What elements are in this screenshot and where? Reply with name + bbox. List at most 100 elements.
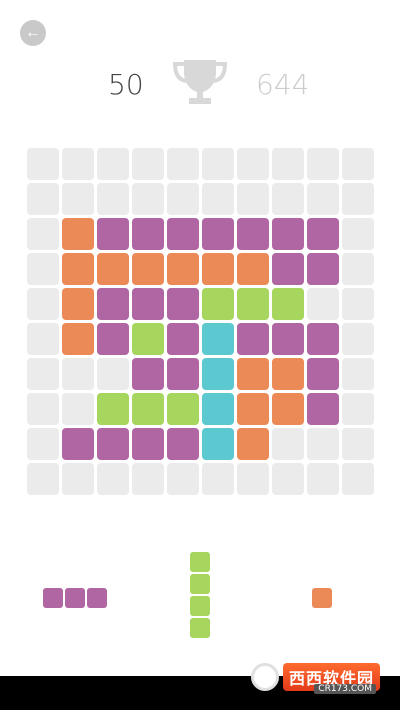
- board-cell-empty[interactable]: [132, 463, 164, 495]
- board-cell-orange[interactable]: [62, 253, 94, 285]
- board-cell-empty[interactable]: [27, 148, 59, 180]
- board-cell-empty[interactable]: [27, 218, 59, 250]
- board-cell-empty[interactable]: [62, 148, 94, 180]
- board-cell-orange[interactable]: [62, 288, 94, 320]
- board-cell-empty[interactable]: [307, 463, 339, 495]
- board-cell-purple[interactable]: [307, 218, 339, 250]
- board-cell-green[interactable]: [272, 288, 304, 320]
- board-cell-empty[interactable]: [342, 218, 374, 250]
- board-cell-purple[interactable]: [237, 323, 269, 355]
- piece-purple-horizontal-3[interactable]: [43, 588, 107, 608]
- board-cell-empty[interactable]: [272, 428, 304, 460]
- board-cell-purple[interactable]: [97, 428, 129, 460]
- board-cell-empty[interactable]: [272, 463, 304, 495]
- board-cell-green[interactable]: [97, 393, 129, 425]
- board-cell-purple[interactable]: [97, 323, 129, 355]
- board-cell-empty[interactable]: [167, 463, 199, 495]
- board-cell-empty[interactable]: [202, 148, 234, 180]
- board-cell-empty[interactable]: [342, 463, 374, 495]
- board-cell-orange[interactable]: [237, 428, 269, 460]
- board-cell-purple[interactable]: [97, 218, 129, 250]
- board-cell-cyan[interactable]: [202, 393, 234, 425]
- board-cell-orange[interactable]: [62, 218, 94, 250]
- board-cell-empty[interactable]: [62, 358, 94, 390]
- board-cell-green[interactable]: [237, 288, 269, 320]
- board-cell-empty[interactable]: [97, 183, 129, 215]
- board-cell-empty[interactable]: [202, 183, 234, 215]
- board-cell-empty[interactable]: [27, 288, 59, 320]
- board-cell-purple[interactable]: [202, 218, 234, 250]
- board-cell-purple[interactable]: [132, 428, 164, 460]
- board-cell-empty[interactable]: [27, 323, 59, 355]
- board-cell-empty[interactable]: [342, 288, 374, 320]
- board-cell-empty[interactable]: [307, 288, 339, 320]
- board-cell-empty[interactable]: [307, 428, 339, 460]
- board-cell-cyan[interactable]: [202, 428, 234, 460]
- board-cell-purple[interactable]: [272, 253, 304, 285]
- board-cell-empty[interactable]: [62, 183, 94, 215]
- board-cell-cyan[interactable]: [202, 358, 234, 390]
- board-cell-purple[interactable]: [307, 393, 339, 425]
- board-cell-empty[interactable]: [342, 183, 374, 215]
- board-cell-empty[interactable]: [132, 183, 164, 215]
- board-cell-empty[interactable]: [27, 393, 59, 425]
- board-cell-empty[interactable]: [97, 148, 129, 180]
- board-cell-orange[interactable]: [97, 253, 129, 285]
- board-cell-orange[interactable]: [132, 253, 164, 285]
- board-cell-orange[interactable]: [237, 253, 269, 285]
- piece-orange-single[interactable]: [312, 588, 332, 608]
- board-cell-purple[interactable]: [132, 288, 164, 320]
- board-cell-empty[interactable]: [167, 148, 199, 180]
- board-cell-empty[interactable]: [237, 463, 269, 495]
- board-cell-empty[interactable]: [342, 393, 374, 425]
- board-cell-empty[interactable]: [237, 183, 269, 215]
- board-cell-empty[interactable]: [342, 428, 374, 460]
- board-cell-cyan[interactable]: [202, 323, 234, 355]
- board-cell-empty[interactable]: [342, 323, 374, 355]
- board-cell-purple[interactable]: [167, 288, 199, 320]
- board-cell-purple[interactable]: [132, 358, 164, 390]
- board-cell-empty[interactable]: [237, 148, 269, 180]
- board-cell-purple[interactable]: [307, 323, 339, 355]
- board-cell-green[interactable]: [132, 323, 164, 355]
- board-cell-orange[interactable]: [237, 393, 269, 425]
- board-cell-empty[interactable]: [97, 358, 129, 390]
- board-cell-purple[interactable]: [272, 218, 304, 250]
- back-button[interactable]: ←: [20, 20, 46, 46]
- board-cell-empty[interactable]: [307, 183, 339, 215]
- board-cell-empty[interactable]: [132, 148, 164, 180]
- board-cell-empty[interactable]: [307, 148, 339, 180]
- board-cell-empty[interactable]: [27, 358, 59, 390]
- game-board[interactable]: [27, 148, 374, 495]
- board-cell-empty[interactable]: [342, 253, 374, 285]
- board-cell-purple[interactable]: [167, 358, 199, 390]
- board-cell-green[interactable]: [202, 288, 234, 320]
- board-cell-orange[interactable]: [272, 358, 304, 390]
- board-cell-orange[interactable]: [62, 323, 94, 355]
- board-cell-purple[interactable]: [307, 253, 339, 285]
- board-cell-purple[interactable]: [307, 358, 339, 390]
- board-cell-empty[interactable]: [342, 148, 374, 180]
- board-cell-purple[interactable]: [167, 218, 199, 250]
- board-cell-empty[interactable]: [27, 428, 59, 460]
- board-cell-empty[interactable]: [167, 183, 199, 215]
- board-cell-purple[interactable]: [132, 218, 164, 250]
- board-cell-purple[interactable]: [97, 288, 129, 320]
- board-cell-empty[interactable]: [202, 463, 234, 495]
- board-cell-empty[interactable]: [97, 463, 129, 495]
- board-cell-purple[interactable]: [62, 428, 94, 460]
- board-cell-orange[interactable]: [202, 253, 234, 285]
- board-cell-empty[interactable]: [272, 183, 304, 215]
- board-cell-empty[interactable]: [342, 358, 374, 390]
- board-cell-empty[interactable]: [27, 253, 59, 285]
- board-cell-purple[interactable]: [167, 323, 199, 355]
- piece-green-vertical-4[interactable]: [190, 552, 210, 638]
- board-cell-purple[interactable]: [167, 428, 199, 460]
- board-cell-empty[interactable]: [62, 393, 94, 425]
- board-cell-empty[interactable]: [272, 148, 304, 180]
- board-cell-empty[interactable]: [27, 463, 59, 495]
- board-cell-empty[interactable]: [62, 463, 94, 495]
- board-cell-green[interactable]: [132, 393, 164, 425]
- board-cell-empty[interactable]: [27, 183, 59, 215]
- board-cell-orange[interactable]: [237, 358, 269, 390]
